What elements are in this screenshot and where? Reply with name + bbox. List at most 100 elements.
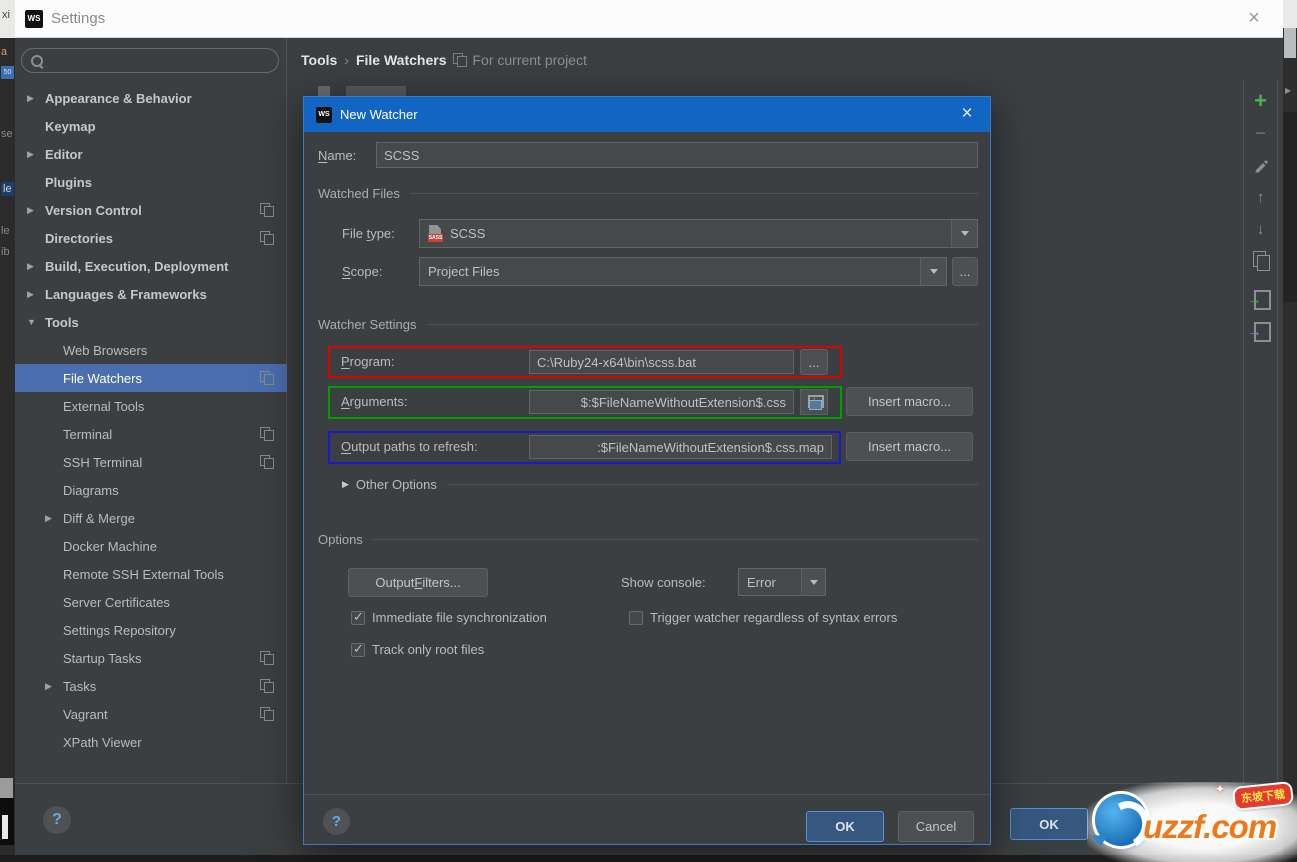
ok-button[interactable]: OK [806,811,884,842]
breadcrumb-tools[interactable]: Tools [301,52,337,68]
section-divider [373,539,978,540]
sidebar-item-ssh-terminal[interactable]: SSH Terminal [15,448,287,476]
shared-settings-icon [263,373,273,384]
trigger-regardless-checkbox[interactable]: Trigger watcher regardless of syntax err… [629,610,897,625]
sidebar-item-languages-frameworks[interactable]: ▶Languages & Frameworks [15,280,287,308]
editor-fragment-block [0,778,13,798]
background-ide-right-edge: ▶ [1283,0,1297,862]
program-input[interactable]: C:\Ruby24-x64\bin\scss.bat [529,350,794,374]
sidebar-item-diff-merge[interactable]: ▶Diff & Merge [15,504,287,532]
shared-settings-icon [263,429,273,440]
export-icon[interactable]: → [1250,320,1272,342]
sidebar-item-file-watchers[interactable]: File Watchers [15,364,287,392]
export-arrow: → [1248,323,1262,339]
sidebar-item-docker-machine[interactable]: Docker Machine [15,532,287,560]
editor-fragment-block [0,798,14,845]
program-label: Program: [341,354,394,369]
sidebar-item-directories[interactable]: Directories [15,224,287,252]
sidebar-item-terminal[interactable]: Terminal [15,420,287,448]
dialog-titlebar[interactable]: WS New Watcher × [304,97,990,132]
editor-text-fragment: se [1,128,13,140]
output-filters-button[interactable]: Output Filters... [348,568,488,597]
sidebar-item-editor[interactable]: ▶Editor [15,140,287,168]
sidebar-item-appearance-behavior[interactable]: ▶Appearance & Behavior [15,84,287,112]
output-paths-input[interactable]: :$FileNameWithoutExtension$.css.map [529,435,832,459]
sidebar-item-server-certificates[interactable]: Server Certificates [15,588,287,616]
new-watcher-dialog: WS New Watcher × Name: SCSS Watched File… [303,96,991,845]
dropdown-arrow-button[interactable] [920,258,946,285]
background-editor-fragment: xi [0,0,15,38]
name-label: Name: [318,148,356,163]
sidebar-item-xpath-viewer[interactable]: XPath Viewer [15,728,287,756]
import-icon[interactable]: → [1250,288,1272,310]
show-console-combobox[interactable]: Error [738,568,826,596]
file-type-combobox[interactable]: SASS SCSS [419,219,978,248]
cancel-button[interactable]: Cancel [898,811,974,842]
insert-macro-icon-button[interactable]: ↓ [800,389,828,415]
scope-value: Project Files [428,264,500,279]
editor-text-fragment: le [1,225,10,237]
arguments-input[interactable]: $:$FileNameWithoutExtension$.css [529,390,794,414]
sidebar-item-external-tools[interactable]: External Tools [15,392,287,420]
sidebar-item-label: File Watchers [63,371,142,386]
duplicate-icon[interactable] [1250,250,1272,272]
scope-browse-button[interactable]: ... [952,257,978,286]
close-icon[interactable]: × [956,103,978,125]
close-icon[interactable]: × [1243,8,1265,30]
move-up-icon[interactable]: ↑ [1250,186,1272,208]
webstorm-app-icon: WS [25,10,43,28]
dialog-help-button[interactable]: ? [323,808,350,835]
breadcrumb-file-watchers: File Watchers [356,52,447,68]
sidebar-item-startup-tasks[interactable]: Startup Tasks [15,644,287,672]
dropdown-arrow-button[interactable] [951,220,977,247]
shared-settings-icon [263,709,273,720]
sidebar-item-plugins[interactable]: Plugins [15,168,287,196]
sidebar-item-version-control[interactable]: ▶Version Control [15,196,287,224]
sidebar-item-settings-repository[interactable]: Settings Repository [15,616,287,644]
dialog-footer-divider [304,794,990,795]
chevron-down-icon [961,231,969,236]
sidebar-item-build-execution-deployment[interactable]: ▶Build, Execution, Deployment [15,252,287,280]
arguments-insert-macro-button[interactable]: Insert macro... [846,387,973,416]
program-browse-button[interactable]: ... [800,349,828,375]
chevron-down-icon [930,269,938,274]
sidebar-item-keymap[interactable]: Keymap [15,112,287,140]
sidebar-item-label: Version Control [45,203,142,218]
sidebar-item-label: Startup Tasks [63,651,142,666]
sidebar-item-web-browsers[interactable]: Web Browsers [15,336,287,364]
sidebar-item-label: Terminal [63,427,112,442]
breadcrumb-separator: › [344,52,349,68]
output-paths-insert-macro-button[interactable]: Insert macro... [846,432,973,461]
sidebar-item-label: Tasks [63,679,96,694]
scrollbar-thumb[interactable] [1284,28,1296,58]
sidebar-item-label: Languages & Frameworks [45,287,207,302]
immediate-file-sync-checkbox[interactable]: ✓ Immediate file synchronization [351,610,547,625]
edit-icon[interactable] [1250,154,1272,176]
sidebar-item-diagrams[interactable]: Diagrams [15,476,287,504]
name-input[interactable]: SCSS [376,142,978,168]
sidebar-item-label: Plugins [45,175,92,190]
settings-sidebar: ▶Appearance & Behavior Keymap ▶Editor Pl… [15,38,287,783]
sidebar-item-vagrant[interactable]: Vagrant [15,700,287,728]
settings-search-input[interactable] [21,48,279,73]
track-root-files-checkbox[interactable]: ✓ Track only root files [351,642,484,657]
watermark-text: uzzf.com [1143,808,1276,846]
settings-ok-button[interactable]: OK [1010,808,1088,840]
add-icon[interactable]: + [1250,90,1272,112]
section-divider [447,484,978,485]
dropdown-arrow-button[interactable] [801,569,825,595]
sidebar-item-remote-ssh-external-tools[interactable]: Remote SSH External Tools [15,560,287,588]
webstorm-app-icon: WS [316,107,332,123]
move-down-icon[interactable]: ↓ [1250,218,1272,240]
remove-icon[interactable]: − [1250,122,1272,144]
sidebar-item-tasks[interactable]: ▶Tasks [15,672,287,700]
sidebar-item-tools[interactable]: ▼Tools [15,308,287,336]
scope-combobox[interactable]: Project Files [419,257,947,286]
watermark-badge: 东坡下载 [1232,781,1294,811]
other-options-expander[interactable]: ▶ Other Options [342,477,978,492]
chevron-right-icon: ▶ [45,681,63,692]
shared-settings-icon [263,653,273,664]
help-button[interactable]: ? [43,806,71,834]
watchers-table-row-fragment [318,86,478,96]
settings-titlebar[interactable]: WS Settings × [15,0,1283,38]
